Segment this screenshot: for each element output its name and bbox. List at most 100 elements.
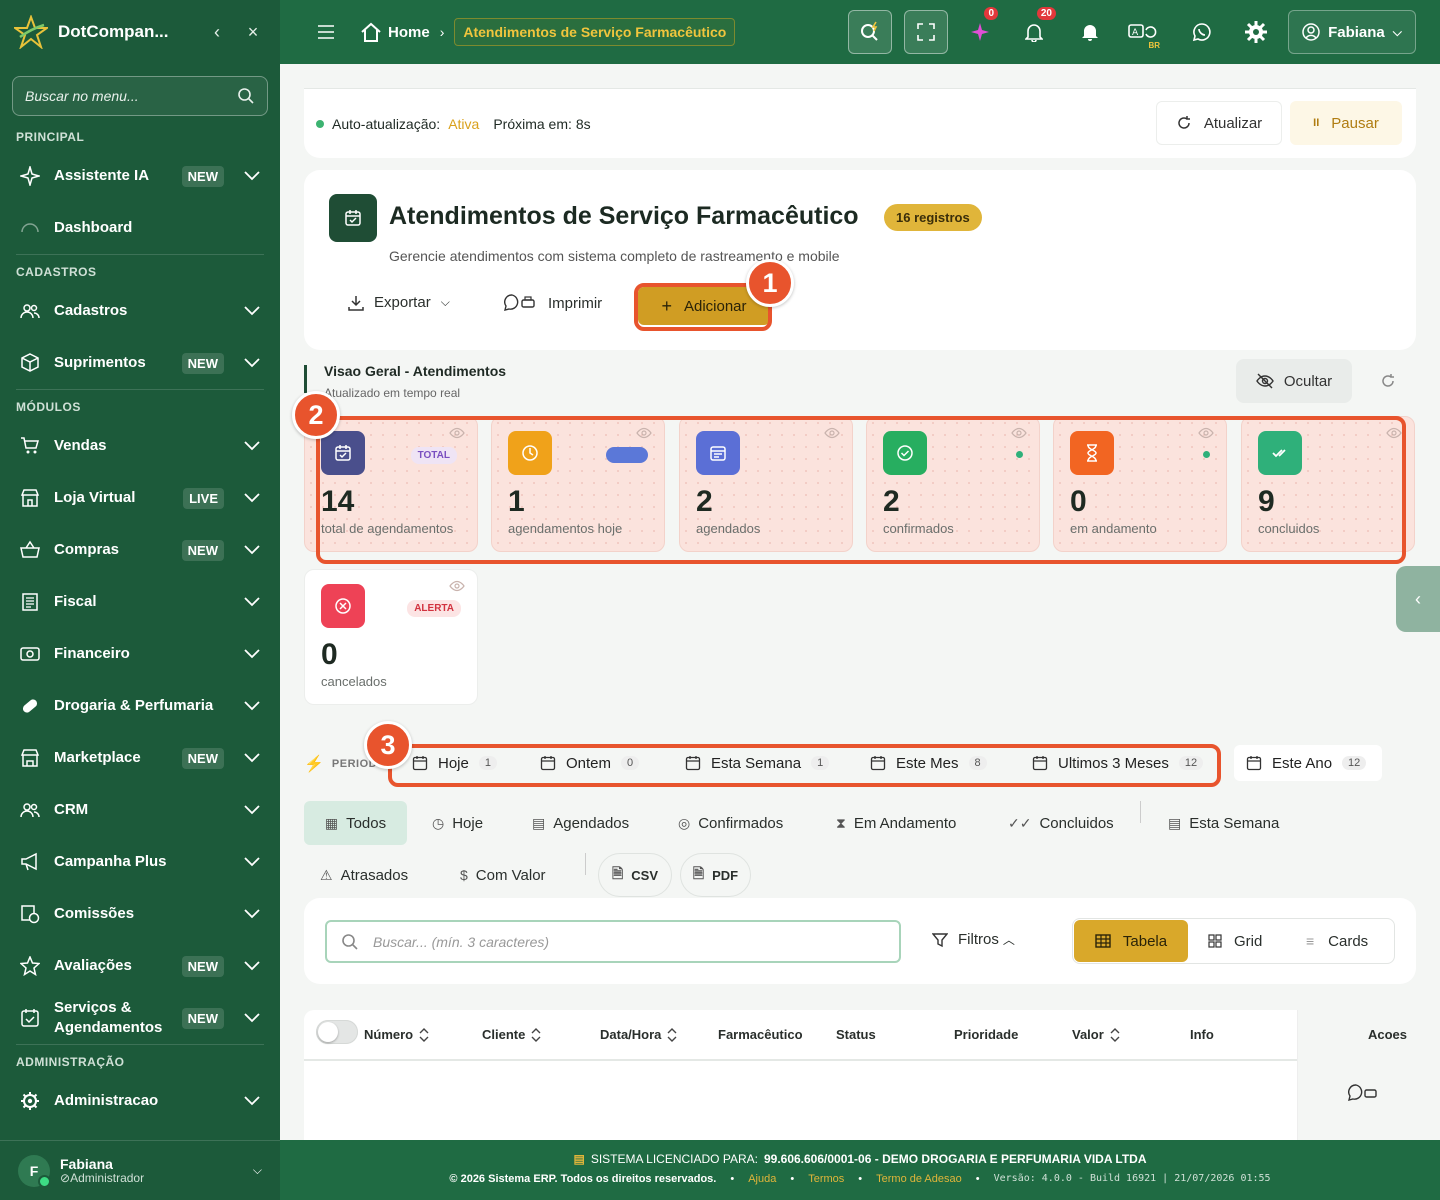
collapse-icon[interactable]: ‹ — [204, 22, 230, 43]
sidebar-item-cadastros[interactable]: Cadastros — [0, 285, 280, 337]
sidebar-item-dashboard[interactable]: Dashboard — [0, 202, 280, 254]
sidebar-item-servicos-agendamentos[interactable]: Serviços & Agendamentos NEW — [0, 992, 280, 1044]
sort-icon — [1110, 1027, 1120, 1042]
settings-button[interactable] — [1234, 10, 1278, 54]
filters-toggle[interactable]: Filtros ︿ — [932, 931, 1015, 948]
ai-sparkle-button[interactable]: 0 — [958, 7, 1002, 54]
fullscreen-button[interactable] — [904, 10, 948, 54]
stat-card-cancelled[interactable]: ALERTA 0 cancelados — [304, 569, 478, 705]
help-link[interactable]: Ajuda — [748, 1173, 776, 1185]
filter-icon: ⧗ — [836, 814, 846, 831]
chevron-down-icon — [244, 306, 260, 316]
view-grid-button[interactable]: Grid — [1200, 920, 1270, 962]
menu-search-input[interactable]: Buscar no menu... — [12, 76, 268, 116]
filter-icon: ▤ — [532, 814, 546, 831]
eye-icon[interactable] — [449, 580, 465, 592]
topbar: Home › Atendimentos de Serviço Farmacêut… — [280, 0, 1440, 64]
filter-in-progress[interactable]: ⧗ Em Andamento — [830, 801, 962, 845]
column-header[interactable]: Valor — [1072, 1027, 1120, 1042]
view-table-button[interactable]: Tabela — [1074, 920, 1188, 962]
sidebar-item-loja-virtual[interactable]: Loja Virtual LIVE — [0, 472, 280, 524]
column-header: Status — [836, 1027, 876, 1042]
sidebar-item-assistente-ia[interactable]: Assistente IA NEW — [0, 150, 280, 202]
user-menu-button[interactable]: Fabiana ⌵ — [1288, 10, 1416, 54]
whatsapp-button[interactable] — [1180, 10, 1224, 54]
sidebar-item-drogaria-perfumaria[interactable]: Drogaria & Perfumaria — [0, 680, 280, 732]
sidebar: DotCompan... ‹ × Buscar no menu... PRINC… — [0, 0, 280, 1200]
filter-icon: ◷ — [432, 814, 445, 831]
side-panel-toggle[interactable]: ‹ — [1396, 566, 1440, 632]
notifications-button[interactable]: 20 — [1012, 7, 1056, 54]
calendar-check-icon — [21, 1009, 39, 1027]
sidebar-user[interactable]: F Fabiana ⊘Administrador ⌵ — [0, 1140, 280, 1200]
column-header[interactable]: Cliente — [482, 1027, 541, 1042]
chevron-down-icon — [244, 701, 260, 711]
sidebar-item-label: Suprimentos — [54, 354, 146, 371]
filter-confirmed[interactable]: ◎ Confirmados — [672, 801, 789, 845]
notif-count-badge: 20 — [1036, 7, 1056, 20]
sidebar-item-vendas[interactable]: Vendas — [0, 420, 280, 472]
table-search-input[interactable]: Buscar... (mín. 3 caracteres) — [325, 920, 901, 963]
filter-today[interactable]: ◷ Hoje — [426, 801, 489, 845]
cart-icon — [21, 437, 39, 454]
language-button[interactable]: A BR — [1122, 10, 1166, 54]
auto-refresh-status: Ativa — [448, 116, 480, 132]
menu-icon[interactable] — [318, 25, 334, 39]
sidebar-item-badge: NEW — [181, 352, 224, 374]
filter-this-week[interactable]: ▤ Esta Semana — [1162, 801, 1285, 845]
whatsapp-print-icon[interactable] — [1348, 1084, 1378, 1102]
home-icon[interactable] — [360, 21, 382, 43]
filter-with-value[interactable]: $ Com Valor — [454, 853, 552, 897]
column-header[interactable]: Data/Hora — [600, 1027, 677, 1042]
eye-off-icon — [1255, 373, 1274, 389]
adhesion-link[interactable]: Termo de Adesao — [876, 1173, 962, 1185]
chevron-down-icon — [244, 1013, 260, 1023]
receipt-icon — [22, 593, 38, 611]
column-label: Prioridade — [954, 1027, 1019, 1042]
ai-search-button[interactable] — [848, 10, 892, 54]
view-cards-button[interactable]: ≡ Cards — [1298, 920, 1376, 962]
export-button[interactable]: Exportar ⌵ — [348, 294, 450, 311]
sidebar-item-fiscal[interactable]: Fiscal — [0, 576, 280, 628]
sparkle-icon — [971, 23, 989, 41]
chevron-down-icon — [244, 805, 260, 815]
footer-license: ▤ SISTEMA LICENCIADO PARA: 99.606.606/00… — [280, 1152, 1440, 1166]
column-header[interactable]: Número — [364, 1027, 429, 1042]
sidebar-item-crm[interactable]: CRM — [0, 784, 280, 836]
filter-label: PDF — [712, 867, 739, 883]
filter-overdue[interactable]: ⚠ Atrasados — [314, 853, 414, 897]
filter-all[interactable]: ▦ Todos — [304, 801, 407, 845]
sidebar-item-avaliacoes[interactable]: Avaliações NEW — [0, 940, 280, 992]
select-all-toggle[interactable] — [316, 1020, 358, 1044]
sidebar-item-compras[interactable]: Compras NEW — [0, 524, 280, 576]
period-5[interactable]: Este Ano 12 — [1234, 745, 1382, 781]
gear-icon — [1245, 21, 1267, 43]
sidebar-item-suprimentos[interactable]: Suprimentos NEW — [0, 337, 280, 389]
sidebar-item-label: Campanha Plus — [54, 853, 167, 870]
sidebar-item-marketplace[interactable]: Marketplace NEW — [0, 732, 280, 784]
sidebar-item-badge: NEW — [181, 539, 224, 561]
close-icon[interactable]: × — [240, 22, 266, 43]
sidebar-item-label: Financeiro — [54, 645, 130, 662]
hide-button[interactable]: Ocultar — [1236, 359, 1352, 403]
alerts-button[interactable] — [1068, 10, 1112, 54]
search-bolt-icon — [861, 21, 878, 41]
sidebar-item-comissoes[interactable]: Comissões — [0, 888, 280, 940]
commission-icon — [21, 905, 40, 924]
sidebar-item-financeiro[interactable]: Financeiro — [0, 628, 280, 680]
breadcrumb-home[interactable]: Home — [388, 24, 430, 41]
filter-csv[interactable]: 🗎 CSV — [598, 853, 672, 897]
sidebar-item-administracao[interactable]: Administracao — [0, 1075, 280, 1127]
filter-scheduled[interactable]: ▤ Agendados — [526, 801, 635, 845]
terms-link[interactable]: Termos — [808, 1173, 844, 1185]
bolt-icon: ⚡ — [304, 756, 324, 773]
pause-icon: II — [1313, 117, 1320, 129]
refresh-button[interactable]: Atualizar — [1156, 101, 1282, 145]
filter-label: CSV — [631, 867, 658, 883]
sidebar-item-campanha-plus[interactable]: Campanha Plus — [0, 836, 280, 888]
refresh-icon[interactable] — [1380, 373, 1396, 389]
filter-pdf[interactable]: 🗎 PDF — [680, 853, 751, 897]
pause-button[interactable]: II Pausar — [1290, 101, 1402, 145]
filter-completed[interactable]: ✓✓ Concluidos — [1002, 801, 1120, 845]
print-button[interactable]: Imprimir — [504, 294, 602, 312]
